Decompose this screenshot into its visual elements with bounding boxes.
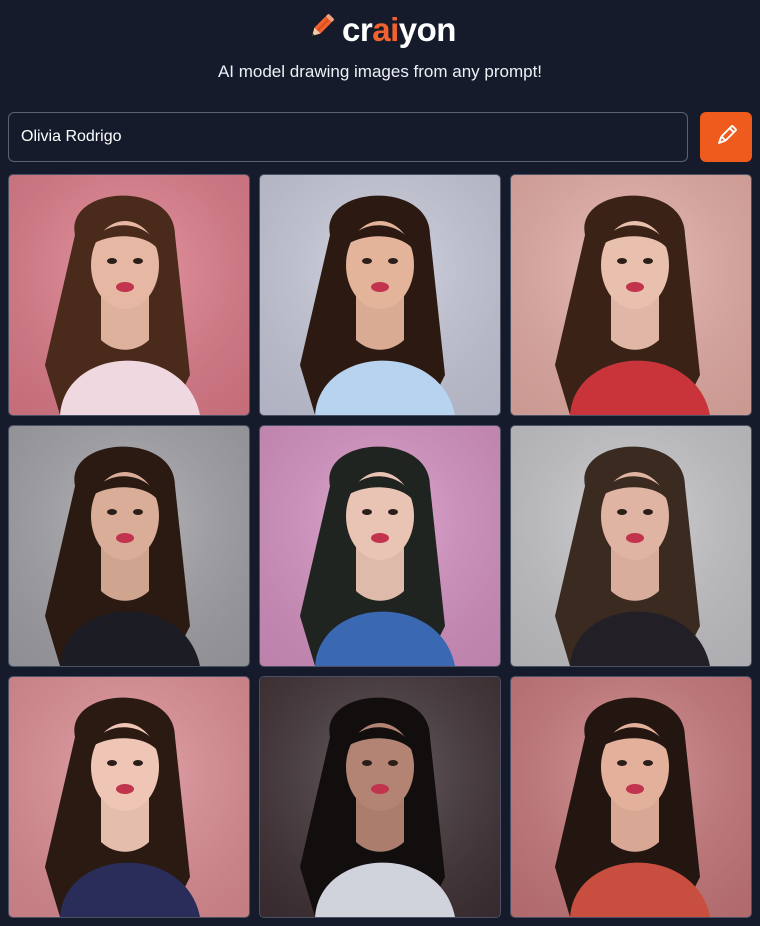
prompt-input[interactable] (8, 112, 688, 162)
result-image[interactable] (259, 676, 501, 918)
results-grid (8, 174, 752, 918)
pencil-icon (712, 122, 740, 153)
result-image[interactable] (8, 676, 250, 918)
pencil-icon (304, 10, 338, 49)
logo-wordmark: craiyon (342, 10, 456, 48)
result-image[interactable] (510, 676, 752, 918)
result-image[interactable] (8, 425, 250, 667)
logo[interactable]: craiyon (0, 10, 760, 49)
result-image[interactable] (259, 174, 501, 416)
header: craiyon AI model drawing images from any… (0, 0, 760, 110)
result-image[interactable] (259, 425, 501, 667)
draw-button[interactable] (700, 112, 752, 162)
result-image[interactable] (510, 425, 752, 667)
result-image[interactable] (510, 174, 752, 416)
prompt-row (8, 112, 752, 162)
result-image[interactable] (8, 174, 250, 416)
tagline: AI model drawing images from any prompt! (217, 62, 543, 81)
